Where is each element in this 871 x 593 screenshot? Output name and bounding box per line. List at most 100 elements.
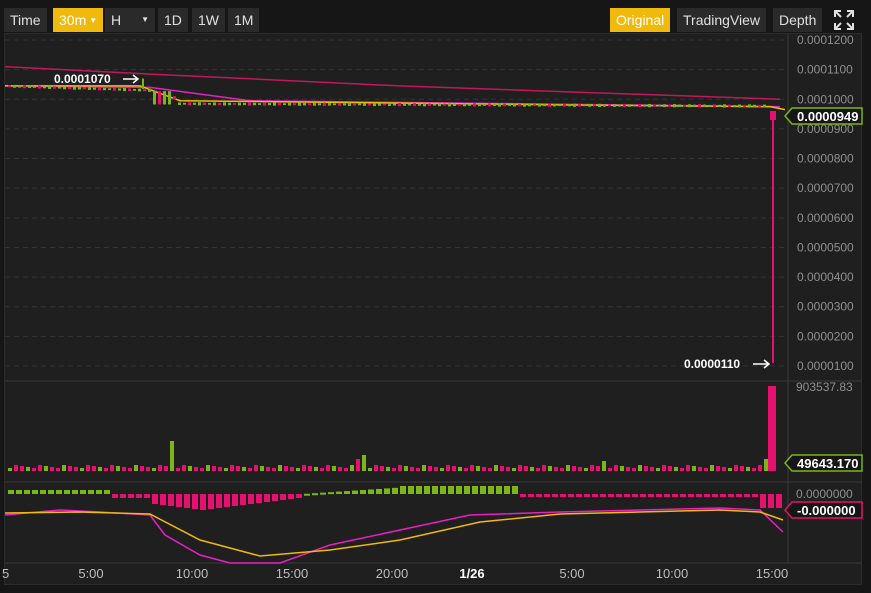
candle — [588, 103, 591, 107]
candle — [438, 103, 441, 107]
macd-bar — [376, 488, 382, 494]
volume-bar — [254, 465, 258, 471]
volume-bar — [596, 466, 600, 471]
volume-bar — [26, 467, 30, 471]
volume-current-label: 49643.170 — [797, 456, 858, 471]
volume-bar — [572, 466, 576, 471]
macd-bar — [456, 486, 462, 494]
volume-bar — [44, 466, 48, 471]
volume-bar — [32, 468, 36, 471]
time-tick: 5:00 — [78, 566, 103, 581]
volume-bar — [380, 466, 384, 471]
macd-bar — [448, 486, 454, 494]
last-candle — [770, 111, 776, 120]
candle — [628, 104, 631, 107]
macd-bar — [304, 493, 310, 496]
macd-bar — [56, 490, 62, 494]
volume-bar — [8, 468, 12, 471]
volume-bar — [182, 465, 186, 471]
candle — [483, 104, 486, 106]
candle — [123, 87, 126, 92]
macd-bar — [184, 494, 190, 508]
candle — [178, 102, 181, 105]
candle — [68, 86, 71, 90]
candle — [558, 104, 561, 107]
candle — [268, 103, 271, 106]
candle — [338, 102, 341, 106]
macd-bar — [296, 494, 302, 498]
volume-bar — [176, 468, 180, 471]
candle — [663, 104, 666, 108]
candle — [518, 104, 521, 107]
macd-bar — [224, 494, 230, 507]
candle — [463, 103, 466, 107]
candle — [553, 103, 556, 107]
candle — [488, 103, 491, 107]
candle — [18, 85, 21, 88]
candle — [533, 104, 536, 107]
volume-bar — [482, 467, 486, 471]
volume-bar — [656, 468, 660, 471]
macd-bar — [248, 494, 254, 504]
volume-bar — [584, 468, 588, 471]
volume-bar — [428, 466, 432, 471]
macd-bar — [528, 494, 534, 497]
macd-bar — [704, 494, 710, 497]
candle — [248, 102, 251, 106]
candle — [263, 102, 266, 106]
candle — [8, 85, 11, 88]
macd-bar — [176, 494, 182, 507]
macd-bar — [672, 494, 678, 497]
price-tick-label: 0.0001200 — [797, 33, 854, 47]
volume-bar — [266, 467, 270, 471]
volume-bar — [128, 468, 132, 471]
candle — [103, 87, 106, 91]
macd-bar — [104, 490, 110, 494]
candle — [168, 91, 171, 105]
price-tick-label: 0.0000700 — [797, 181, 854, 195]
volume-bar — [536, 468, 540, 471]
time-tick: 5 — [2, 566, 9, 581]
candle — [448, 103, 451, 107]
ma-line-long — [4, 65, 781, 101]
macd-bar — [544, 494, 550, 497]
candle — [763, 104, 766, 108]
macd-histogram — [8, 486, 782, 510]
volume-bar — [512, 468, 516, 471]
price-tick-label: 0.0000600 — [797, 211, 854, 225]
candle — [563, 103, 566, 107]
volume-bar — [158, 465, 162, 471]
macd-bar — [696, 494, 702, 497]
macd-bar — [88, 490, 94, 494]
candle — [13, 84, 16, 88]
candle — [413, 103, 416, 107]
macd-bar — [680, 494, 686, 497]
volume-bar — [524, 466, 528, 471]
macd-bar — [400, 486, 406, 494]
candle — [358, 103, 361, 106]
candle — [318, 103, 321, 106]
volume-bar — [674, 467, 678, 471]
candle — [363, 103, 366, 106]
candle — [538, 103, 541, 107]
volume-bar — [746, 467, 750, 471]
volume-bar — [110, 465, 114, 471]
volume-bar — [542, 465, 546, 471]
candle — [733, 105, 736, 107]
candle — [233, 103, 236, 105]
macd-line — [4, 507, 784, 564]
candle — [398, 102, 401, 107]
candle — [703, 104, 706, 108]
candle — [643, 104, 646, 107]
volume-bar — [680, 468, 684, 471]
candle — [648, 103, 651, 108]
macd-bar — [488, 486, 494, 494]
volume-bar — [434, 467, 438, 471]
candle — [623, 103, 626, 108]
candle — [148, 88, 151, 92]
candle — [743, 104, 746, 108]
macd-bar — [112, 494, 118, 498]
volume-bar — [416, 468, 420, 471]
candlestick-chart[interactable]: 0.00012000.00011000.00010000.00009000.00… — [0, 0, 871, 593]
macd-bar — [432, 486, 438, 494]
